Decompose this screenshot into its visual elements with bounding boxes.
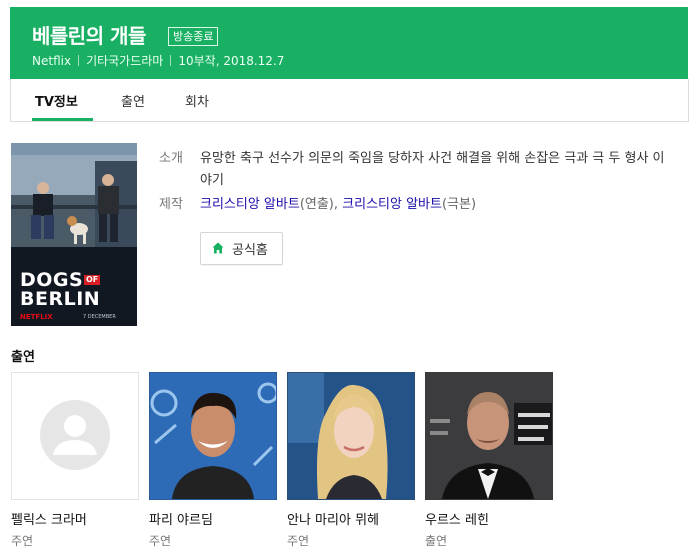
writer-link[interactable]: 크리스티앙 알바트 [342, 197, 442, 212]
cast-photo[interactable] [287, 372, 415, 500]
person-placeholder-icon [40, 400, 110, 470]
cast-card[interactable]: 파리 야르딤 주연 [149, 372, 277, 549]
poster-logo-line2: BERLIN [20, 288, 101, 310]
cast-photo[interactable] [425, 372, 553, 500]
cast-card[interactable]: 우르스 레힌 출연 [425, 372, 553, 549]
home-icon [212, 242, 224, 254]
tab-tv-info[interactable]: TV정보 [35, 91, 78, 110]
status-badge: 방송종료 [168, 27, 219, 46]
episodes-date-label: 10부작, 2018.12.7 [178, 54, 285, 68]
cast-name[interactable]: 우르스 레힌 [425, 509, 553, 528]
production-row: 제작 크리스티앙 알바트(연출), 크리스티앙 알바트(극본) [159, 194, 669, 216]
cast-photo-placeholder[interactable] [11, 372, 139, 500]
cast-photo-image [426, 373, 552, 499]
production-label: 제작 [159, 197, 183, 212]
genre-label: 기타국가드라마 [86, 54, 164, 68]
director-role: (연출), [299, 197, 343, 212]
program-title[interactable]: 베를린의 개들 [32, 20, 146, 49]
director-link[interactable]: 크리스티앙 알바트 [200, 197, 300, 212]
poster-image[interactable]: DOGS OF BERLIN NETFLIX 7 DECEMBER [11, 143, 137, 326]
cast-role: 주연 [287, 534, 310, 548]
poster-brand: NETFLIX [20, 313, 53, 321]
cast-photo-image [288, 373, 414, 499]
tab-cast[interactable]: 출연 [121, 91, 145, 110]
program-header: 베를린의 개들 방송종료 Netflix 기타국가드라마 10부작, 2018.12… [10, 7, 688, 79]
tab-bar: TV정보 출연 회차 [10, 79, 689, 122]
synopsis-row: 소개 유망한 축구 선수가 의문의 죽임을 당하자 사건 해결을 위해 손잡은 … [159, 148, 669, 192]
cast-name[interactable]: 파리 야르딤 [149, 509, 277, 528]
cast-role: 출연 [425, 534, 448, 548]
cast-card[interactable]: 안나 마리아 뮈헤 주연 [287, 372, 415, 549]
writer-role: (극본) [441, 197, 477, 212]
program-info: 소개 유망한 축구 선수가 의문의 죽임을 당하자 사건 해결을 위해 손잡은 … [159, 148, 669, 218]
tab-episodes[interactable]: 회차 [185, 91, 209, 110]
cast-role: 주연 [149, 534, 172, 548]
synopsis-text: 유망한 축구 선수가 의문의 죽임을 당하자 사건 해결을 위해 손잡은 극과 … [200, 151, 665, 188]
official-homepage-label: 공식홈 [232, 243, 268, 258]
cast-photo[interactable] [149, 372, 277, 500]
meta-divider [78, 55, 80, 66]
meta-divider [170, 55, 172, 66]
poster-date: 7 DECEMBER [83, 314, 116, 320]
active-tab-indicator [32, 118, 93, 121]
official-homepage-button[interactable]: 공식홈 [200, 232, 283, 265]
synopsis-label: 소개 [159, 151, 183, 166]
network-label: Netflix [32, 54, 72, 68]
poster-logo-of: OF [84, 275, 101, 285]
cast-name[interactable]: 펠릭스 크라머 [11, 509, 139, 528]
cast-role: 주연 [11, 534, 34, 548]
cast-photo-image [150, 373, 276, 499]
cast-section-title: 출연 [11, 350, 35, 365]
program-meta: Netflix 기타국가드라마 10부작, 2018.12.7 [32, 52, 284, 69]
cast-card[interactable]: 펠릭스 크라머 주연 [11, 372, 139, 549]
cast-name[interactable]: 안나 마리아 뮈헤 [287, 509, 415, 528]
